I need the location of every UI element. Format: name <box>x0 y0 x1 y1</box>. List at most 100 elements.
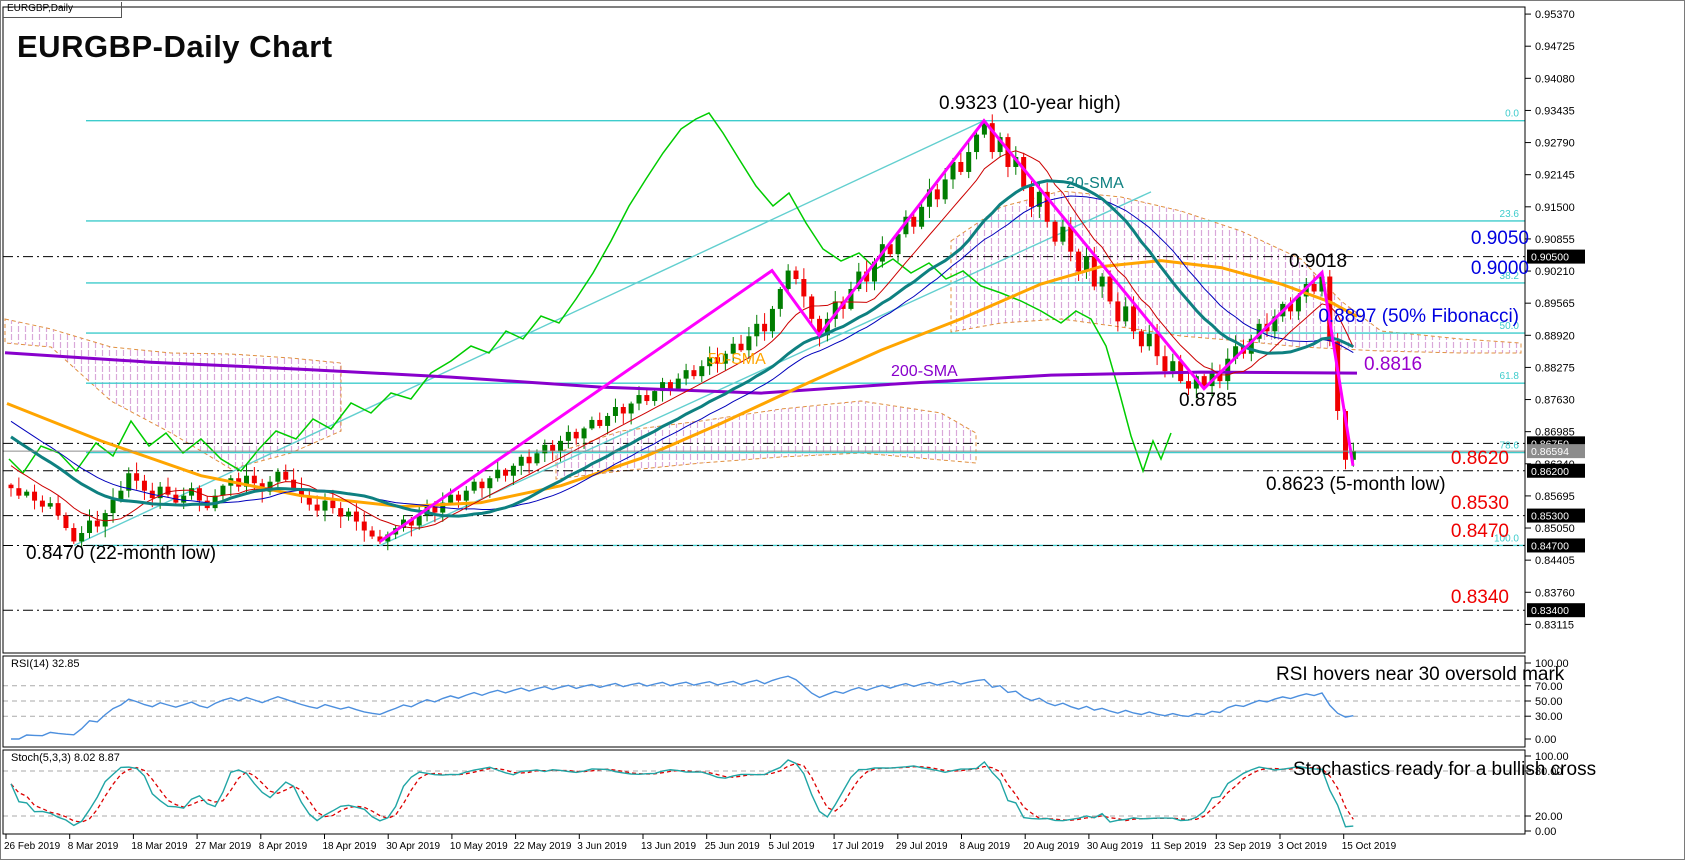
candle-bullish <box>746 336 751 350</box>
candle-bullish <box>1170 361 1175 371</box>
key-level-annotation: 0.8897 (50% Fibonacci) <box>1318 307 1519 327</box>
candle-bearish <box>71 528 76 541</box>
axis-tick-label: 0.90855 <box>1535 234 1575 246</box>
price-badge-label: 0.85300 <box>1531 511 1569 523</box>
candle-bullish <box>974 135 979 152</box>
candle-bearish <box>809 296 814 318</box>
axis-tick-label: 0.85050 <box>1535 523 1575 535</box>
candle-bullish <box>464 491 469 501</box>
candle-bullish <box>48 503 53 506</box>
axis-tick-label: 0.93435 <box>1535 105 1575 117</box>
candle-bearish <box>1029 187 1034 207</box>
candle-bearish <box>1312 284 1317 291</box>
axis-tick-label: 0.87630 <box>1535 395 1575 407</box>
trading-chart-window[interactable]: 0.953700.947250.940800.934350.927900.921… <box>0 0 1685 860</box>
candle-bearish <box>134 473 139 480</box>
candle-bearish <box>252 476 257 483</box>
candle-bearish <box>935 189 940 199</box>
candle-bullish <box>495 470 500 478</box>
candle-bullish <box>566 432 571 441</box>
candle-bullish <box>613 407 618 416</box>
date-tick-label: 13 Jun 2019 <box>641 841 696 852</box>
axis-tick-label: 0.83115 <box>1535 619 1574 631</box>
candle-bullish <box>118 491 123 500</box>
date-tick-label: 18 Apr 2019 <box>323 841 377 852</box>
candle-bearish <box>338 508 343 516</box>
date-tick-label: 10 May 2019 <box>450 841 508 852</box>
date-tick-label: 27 Mar 2019 <box>195 841 252 852</box>
axis-tick-label: 0.91500 <box>1535 202 1575 214</box>
candle-bearish <box>668 382 673 388</box>
candle-bullish <box>24 492 29 496</box>
candle-bullish <box>966 152 971 172</box>
swing-price-annotation: 0.8785 <box>1179 391 1237 411</box>
candle-bearish <box>9 485 14 488</box>
candle-bearish <box>1053 222 1058 242</box>
axis-tick-label: 0.95370 <box>1535 9 1575 21</box>
candle-bullish <box>919 207 924 227</box>
axis-tick-label: 0.88920 <box>1535 330 1575 342</box>
candle-bearish <box>95 521 100 527</box>
candle-bullish <box>519 457 524 466</box>
candle-bearish <box>1155 334 1160 356</box>
candle-bullish <box>786 271 791 289</box>
candle-bearish <box>1115 301 1120 321</box>
date-tick-label: 30 Apr 2019 <box>386 841 440 852</box>
candle-bearish <box>330 501 335 508</box>
key-level-annotation: 0.8340 <box>1451 588 1509 608</box>
candle-bullish <box>699 366 704 376</box>
candle-bearish <box>958 162 963 172</box>
candle-bullish <box>754 324 759 336</box>
date-tick-label: 20 Aug 2019 <box>1023 841 1080 852</box>
date-tick-label: 30 Aug 2019 <box>1087 841 1144 852</box>
axis-tick-label: 0.84405 <box>1535 555 1575 567</box>
candle-bullish <box>676 379 681 389</box>
date-axis[interactable]: 26 Feb 20198 Mar 201918 Mar 201927 Mar 2… <box>4 834 1397 852</box>
candle-bullish <box>472 482 477 491</box>
candle-bullish <box>346 512 351 517</box>
ichimoku-cloud <box>5 319 341 469</box>
date-tick-label: 22 May 2019 <box>514 841 572 852</box>
date-tick-label: 17 Jul 2019 <box>832 841 884 852</box>
candle-bullish <box>558 441 563 451</box>
candle-bullish <box>589 420 594 428</box>
candle-bullish <box>79 533 84 541</box>
candle-bearish <box>197 488 202 500</box>
candle-bearish <box>16 488 21 495</box>
candle-bullish <box>629 404 634 414</box>
fib-percent-label: 23.6 <box>1500 209 1520 220</box>
axis-tick-label: 0.89565 <box>1535 298 1575 310</box>
axis-tick-label: 0.83760 <box>1535 587 1575 599</box>
candle-bullish <box>111 500 116 513</box>
candle-bearish <box>1092 257 1097 287</box>
rsi-axis-label: 50.00 <box>1535 696 1563 708</box>
date-tick-label: 29 Jul 2019 <box>896 841 948 852</box>
swing-price-annotation: 0.8470 (22-month low) <box>26 544 216 564</box>
price-badge-label: 0.84700 <box>1531 540 1569 552</box>
rsi-panel[interactable] <box>3 676 1525 739</box>
candle-bullish <box>652 391 657 401</box>
candle-bullish <box>87 521 92 533</box>
candle-bullish <box>189 488 194 495</box>
candle-bearish <box>1162 356 1167 371</box>
price-axis[interactable]: 0.953700.947250.940800.934350.927900.921… <box>1494 9 1585 838</box>
candle-bullish <box>778 289 783 309</box>
candle-bullish <box>181 496 186 503</box>
symbol-timeframe-label: EURGBP,Daily <box>7 4 73 15</box>
candle-bearish <box>1131 306 1136 331</box>
sma-name-label: 50-SMA <box>708 352 766 369</box>
candle-bearish <box>691 370 696 376</box>
candle-bearish <box>911 217 916 227</box>
axis-tick-label: 0.94725 <box>1535 41 1575 53</box>
chart-plot-area[interactable]: 0.953700.947250.940800.934350.927900.921… <box>1 1 1685 860</box>
sma-name-label: 20-SMA <box>1066 176 1124 193</box>
key-level-annotation: 0.8470 <box>1451 522 1509 542</box>
rsi-axis-label: 30.00 <box>1535 711 1563 723</box>
candle-bullish <box>448 495 453 503</box>
key-level-annotation: 0.9000 <box>1471 259 1529 279</box>
candle-bullish <box>582 428 587 438</box>
sma-name-label: 200-SMA <box>891 364 958 381</box>
date-tick-label: 8 Mar 2019 <box>68 841 119 852</box>
candle-bearish <box>550 445 555 451</box>
swing-price-annotation: 0.8623 (5-month low) <box>1266 475 1446 495</box>
